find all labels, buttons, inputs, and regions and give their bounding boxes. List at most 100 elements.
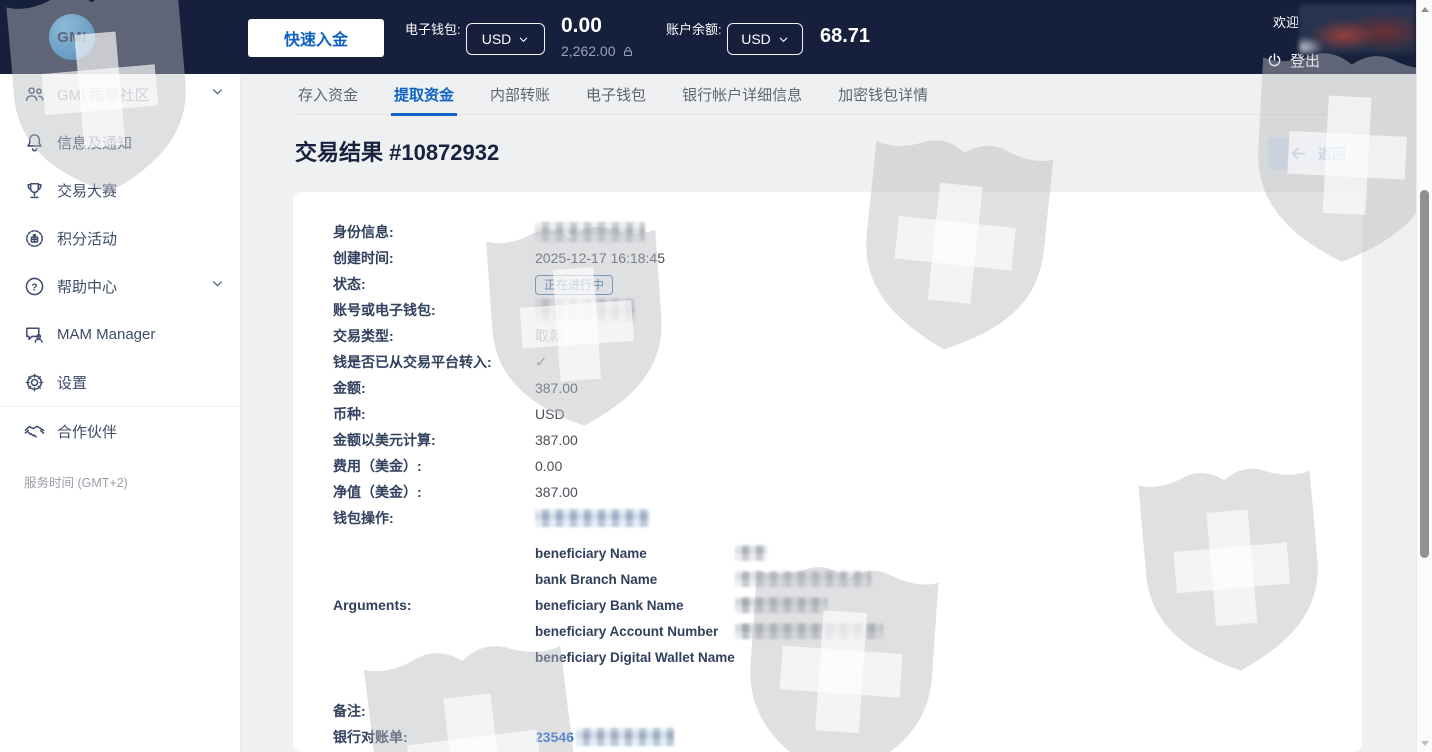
- sidebar-item-copy-community[interactable]: GMI 跟单社区: [0, 70, 240, 118]
- sidebar-item-points-activity[interactable]: 积分活动: [0, 214, 240, 262]
- redacted-value: [535, 299, 635, 321]
- bank-statement-link[interactable]: 23546: [535, 729, 574, 745]
- sidebar-item-help-center[interactable]: ? 帮助中心: [0, 262, 240, 310]
- redacted-value: [576, 728, 674, 746]
- argument-row: beneficiary Account Number: [535, 618, 883, 644]
- tab-internal-transfer[interactable]: 内部转账: [487, 81, 553, 114]
- welcome-label: 欢迎: [1273, 12, 1299, 31]
- scrollbar-thumb[interactable]: [1420, 190, 1429, 558]
- chevron-down-icon: [211, 277, 224, 295]
- chevron-down-icon: [518, 34, 529, 45]
- redacted-value: [735, 571, 871, 587]
- bell-icon: [22, 130, 46, 154]
- wallet-currency-select[interactable]: USD: [466, 23, 545, 55]
- quick-deposit-button[interactable]: 快速入金: [248, 19, 384, 57]
- arguments-section: Arguments: beneficiary Name bank Branch …: [333, 540, 1362, 670]
- account-currency-select[interactable]: USD: [727, 23, 803, 55]
- detail-row-account-or-wallet: 账号或电子钱包:: [333, 297, 1362, 323]
- check-icon: ✓: [535, 353, 548, 371]
- account-balance-label: 账户余额:: [666, 21, 722, 40]
- detail-row-amount: 金额: 387.00: [333, 375, 1362, 401]
- service-time-label: 服务时间 (GMT+2): [24, 472, 128, 491]
- top-navbar: GMI 快速入金 电子钱包: USD 0.00 2,262.00 账户余额: U…: [0, 0, 1416, 74]
- detail-row-transferred: 钱是否已从交易平台转入: ✓: [333, 349, 1362, 375]
- detail-row-amount-usd: 金额以美元计算: 387.00: [333, 427, 1362, 453]
- status-badge: 正在进行中: [535, 275, 613, 295]
- wallet-balance-sub: 2,262.00: [561, 43, 616, 59]
- notes-label: 备注:: [333, 701, 535, 721]
- sidebar-item-partners[interactable]: 合作伙伴: [0, 407, 240, 455]
- redacted-value: [735, 597, 827, 613]
- power-icon: [1266, 52, 1283, 69]
- detail-row-currency: 币种: USD: [333, 401, 1362, 427]
- tab-e-wallet[interactable]: 电子钱包: [583, 81, 649, 114]
- page-title: 交易结果 #10872932: [295, 135, 499, 167]
- detail-row-transaction-type: 交易类型: 取款: [333, 323, 1362, 349]
- help-icon: ?: [22, 274, 46, 298]
- fee-value: 0.00: [535, 458, 562, 474]
- account-currency-value: USD: [741, 31, 771, 47]
- detail-row-notes: 备注:: [333, 698, 1362, 724]
- scrollbar: [1416, 0, 1432, 752]
- gmi-logo[interactable]: GMI: [49, 14, 95, 60]
- argument-row: beneficiary Bank Name: [535, 592, 883, 618]
- detail-row-bank-statement: 银行对账单: 23546: [333, 724, 1362, 750]
- tab-bank-account-details[interactable]: 银行帐户详细信息: [679, 81, 805, 114]
- argument-row: beneficiary Digital Wallet Name: [535, 644, 883, 670]
- back-button[interactable]: 返回: [1268, 137, 1368, 170]
- sidebar: GMI 跟单社区 信息及通知 交易大赛 积分活动 ? 帮助中心 MAM Mana…: [0, 74, 241, 752]
- sidebar-item-label: 信息及通知: [57, 132, 132, 153]
- sidebar-item-mam-manager[interactable]: MAM Manager: [0, 310, 240, 358]
- redacted-value: [535, 222, 645, 242]
- scrollbar-up-arrow[interactable]: [1421, 7, 1429, 12]
- tab-deposit-funds[interactable]: 存入资金: [295, 81, 361, 114]
- transaction-type-value: 取款: [535, 326, 563, 346]
- detail-row-identity: 身份信息:: [333, 219, 1362, 245]
- created-time-value: 2025-12-17 16:18:45: [535, 250, 665, 266]
- trophy-icon: [22, 178, 46, 202]
- currency-value: USD: [535, 406, 565, 422]
- sidebar-item-label: GMI 跟单社区: [57, 84, 150, 105]
- redacted-value: [735, 623, 883, 639]
- net-value: 387.00: [535, 484, 578, 500]
- sidebar-item-trading-contest[interactable]: 交易大赛: [0, 166, 240, 214]
- sidebar-item-settings[interactable]: 设置: [0, 358, 240, 406]
- sidebar-item-label: 积分活动: [57, 228, 117, 249]
- argument-row: beneficiary Name: [535, 540, 883, 566]
- chevron-down-icon: [778, 34, 789, 45]
- svg-text:?: ?: [31, 281, 37, 293]
- chevron-down-icon: [211, 85, 224, 103]
- main-content: 存入资金 提取资金 内部转账 电子钱包 银行帐户详细信息 加密钱包详情 交易结果…: [241, 74, 1416, 752]
- sidebar-item-label: 设置: [57, 372, 87, 393]
- sidebar-item-label: 交易大赛: [57, 180, 117, 201]
- detail-row-created-time: 创建时间: 2025-12-17 16:18:45: [333, 245, 1362, 271]
- gear-icon: [22, 370, 46, 394]
- account-balance-value: 68.71: [820, 25, 870, 48]
- mam-icon: [22, 322, 46, 346]
- amount-value: 387.00: [535, 380, 578, 396]
- transaction-result-card: 身份信息: 创建时间: 2025-12-17 16:18:45 状态: 正在进行…: [293, 192, 1362, 752]
- points-icon: [22, 226, 46, 250]
- redacted-value: [535, 509, 650, 527]
- sidebar-item-label: MAM Manager: [57, 326, 155, 343]
- handshake-icon: [22, 419, 46, 443]
- back-button-label: 返回: [1318, 144, 1346, 164]
- sidebar-item-label: 帮助中心: [57, 276, 117, 297]
- arrow-left-icon: [1290, 146, 1307, 161]
- detail-row-status: 状态: 正在进行中: [333, 271, 1362, 297]
- argument-row: bank Branch Name: [535, 566, 883, 592]
- tab-withdraw-funds[interactable]: 提取资金: [391, 81, 457, 116]
- lock-icon: [622, 45, 634, 58]
- redacted-value: [735, 545, 767, 561]
- arguments-label: Arguments:: [333, 540, 535, 670]
- bank-statement-label: 银行对账单:: [333, 727, 535, 747]
- sidebar-item-label: 合作伙伴: [57, 421, 117, 442]
- funding-tabs: 存入资金 提取资金 内部转账 电子钱包 银行帐户详细信息 加密钱包详情: [295, 81, 1363, 115]
- sidebar-item-notifications[interactable]: 信息及通知: [0, 118, 240, 166]
- tab-crypto-wallet-details[interactable]: 加密钱包详情: [835, 81, 931, 114]
- scrollbar-down-arrow[interactable]: [1421, 741, 1429, 746]
- redacted-username: [1299, 5, 1415, 54]
- amount-usd-value: 387.00: [535, 432, 578, 448]
- wallet-label: 电子钱包:: [405, 21, 461, 40]
- detail-row-fee: 费用（美金）: 0.00: [333, 453, 1362, 479]
